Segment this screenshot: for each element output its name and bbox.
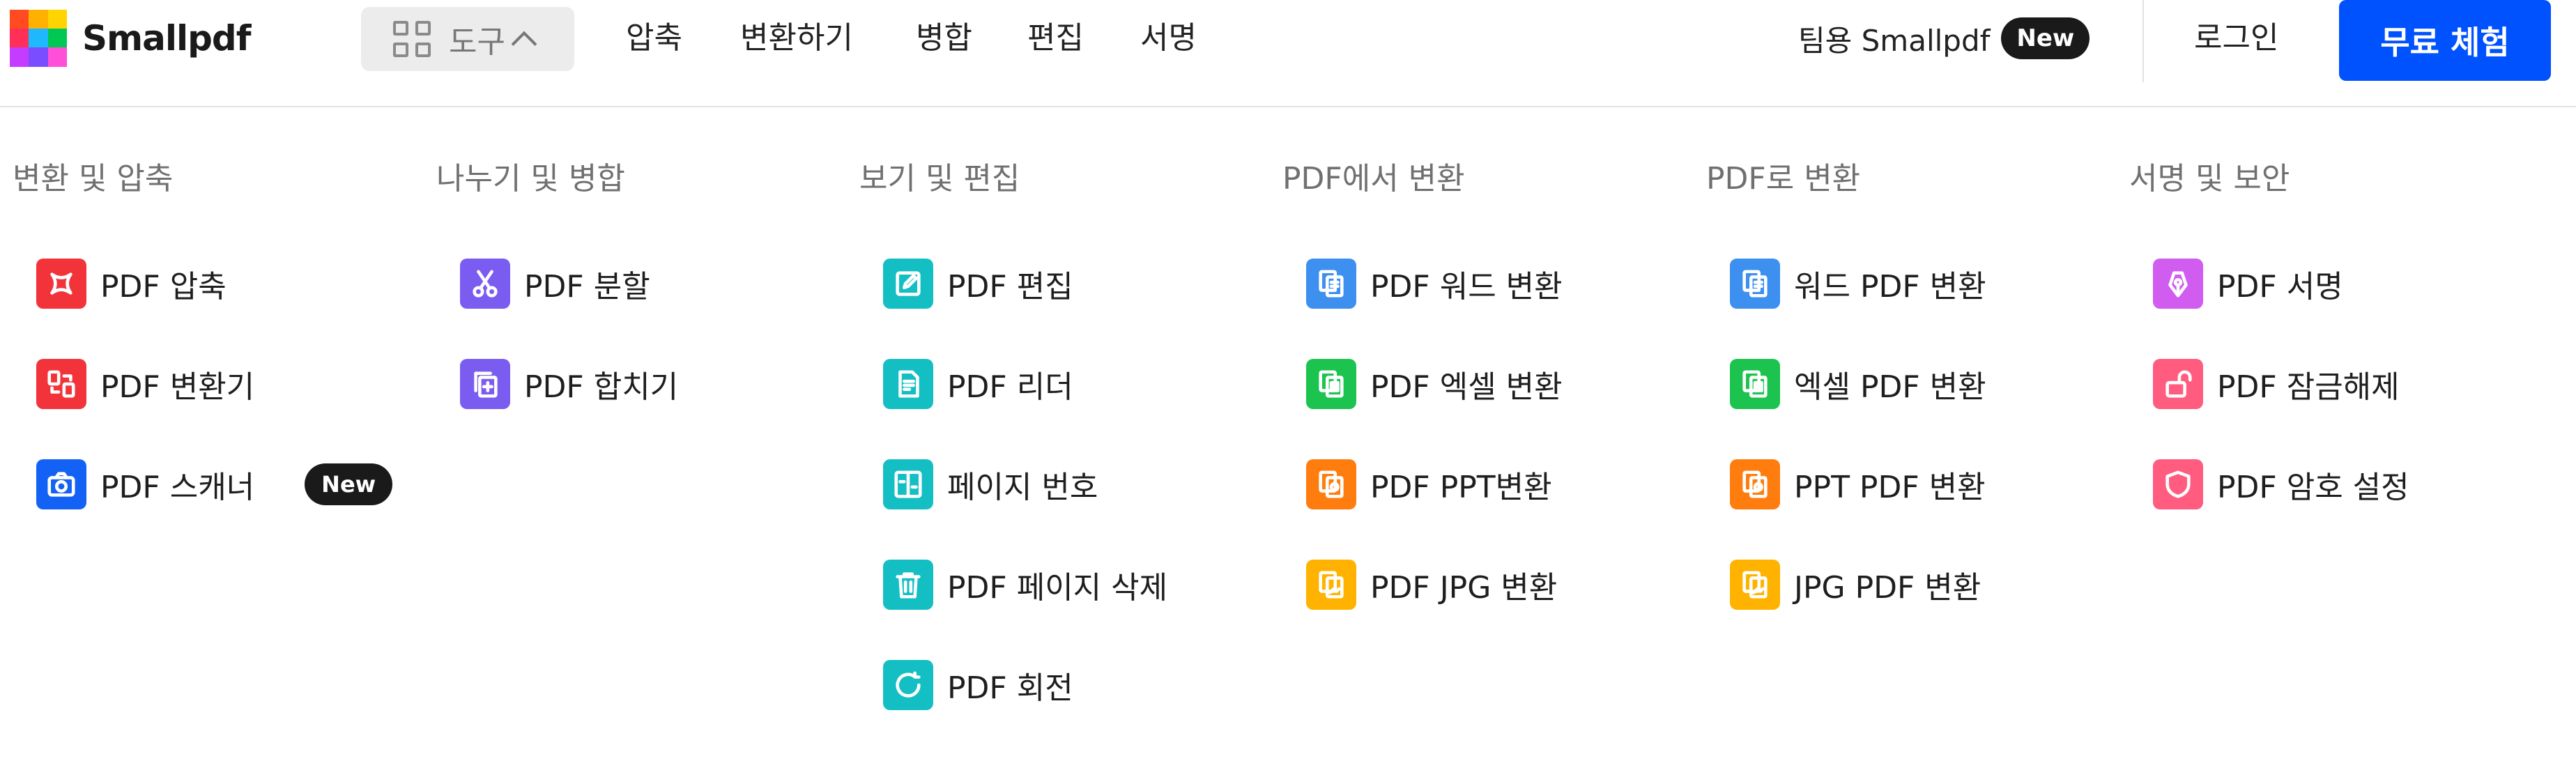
nav-convert[interactable]: 변환하기 bbox=[740, 14, 853, 63]
menu-item-label: PDF 서명 bbox=[2217, 269, 2343, 305]
excel-doc-icon bbox=[1306, 359, 1356, 409]
menu-item-label: JPG PDF 변환 bbox=[1794, 570, 1981, 606]
nav-merge[interactable]: 병합 bbox=[916, 14, 972, 63]
logo-mark bbox=[10, 9, 67, 67]
menu-item-label: PDF 압축 bbox=[100, 269, 227, 305]
menu-item-label: 페이지 번호 bbox=[947, 470, 1098, 505]
menu-item-image-doc[interactable]: PDF JPG 변환 bbox=[1306, 559, 1557, 610]
menu-item-unlock[interactable]: PDF 잠금해제 bbox=[2153, 358, 2400, 410]
menu-item-label: 엑셀 PDF 변환 bbox=[1794, 369, 1986, 405]
menu-item-merge[interactable]: PDF 합치기 bbox=[460, 358, 678, 410]
menu-item-label: PDF 스캐너 bbox=[100, 470, 255, 505]
convert-icon bbox=[36, 359, 86, 409]
page-number-icon bbox=[883, 459, 933, 509]
menu-item-label: PDF 편집 bbox=[947, 269, 1073, 305]
ppt-doc-icon bbox=[1306, 459, 1356, 509]
menu-item-pen-nib[interactable]: PDF 서명 bbox=[2153, 258, 2343, 309]
menu-item-label: PPT PDF 변환 bbox=[1794, 470, 1986, 505]
image-doc-icon bbox=[1306, 560, 1356, 610]
grid-icon bbox=[393, 21, 431, 57]
edit-icon bbox=[883, 259, 933, 309]
trash-icon bbox=[883, 560, 933, 610]
shield-icon bbox=[2153, 459, 2203, 509]
unlock-icon bbox=[2153, 359, 2203, 409]
free-trial-button[interactable]: 무료 체험 bbox=[2339, 0, 2551, 81]
menu-item-label: PDF 리더 bbox=[947, 369, 1073, 405]
menu-item-word-doc[interactable]: 워드 PDF 변환 bbox=[1730, 258, 1986, 309]
menu-item-ppt-doc[interactable]: PDF PPT변환 bbox=[1306, 459, 1552, 510]
menu-item-ppt-doc[interactable]: PPT PDF 변환 bbox=[1730, 459, 1986, 510]
camera-icon bbox=[36, 459, 86, 509]
menu-item-edit[interactable]: PDF 편집 bbox=[883, 258, 1073, 309]
column-heading: 변환 및 압축 bbox=[13, 161, 174, 197]
menu-item-label: PDF 페이지 삭제 bbox=[947, 570, 1168, 606]
team-smallpdf-link[interactable]: 팀용 Smallpdf New bbox=[1798, 14, 2090, 63]
nav-compress[interactable]: 압축 bbox=[626, 14, 682, 63]
nav-edit[interactable]: 편집 bbox=[1027, 14, 1084, 63]
nav-sign[interactable]: 서명 bbox=[1140, 14, 1197, 63]
ppt-doc-icon bbox=[1730, 459, 1780, 509]
menu-item-label: PDF 변환기 bbox=[100, 369, 255, 405]
menu-item-shield[interactable]: PDF 암호 설정 bbox=[2153, 459, 2409, 510]
column-heading: 보기 및 편집 bbox=[859, 161, 1020, 197]
chevron-up-icon bbox=[511, 31, 537, 57]
new-badge: New bbox=[2001, 17, 2090, 59]
column-heading: PDF로 변환 bbox=[1706, 161, 1861, 197]
menu-item-word-doc[interactable]: PDF 워드 변환 bbox=[1306, 258, 1563, 309]
menu-item-camera[interactable]: PDF 스캐너 New bbox=[36, 459, 393, 510]
menu-item-label: PDF 엑셀 변환 bbox=[1370, 369, 1563, 405]
menu-item-compress[interactable]: PDF 압축 bbox=[36, 258, 227, 309]
column-heading: 서명 및 보안 bbox=[2129, 161, 2290, 197]
compress-icon bbox=[36, 259, 86, 309]
menu-item-label: PDF 잠금해제 bbox=[2217, 369, 2400, 405]
menu-item-trash[interactable]: PDF 페이지 삭제 bbox=[883, 559, 1167, 610]
menu-item-label: PDF 합치기 bbox=[524, 369, 679, 405]
top-navigation-bar: Smallpdf 도구 압축 변환하기 병합 편집 서명 팀용 Smallpdf… bbox=[0, 0, 2576, 107]
menu-item-label: 워드 PDF 변환 bbox=[1794, 269, 1986, 305]
menu-item-reader[interactable]: PDF 리더 bbox=[883, 358, 1073, 410]
scissors-icon bbox=[460, 259, 510, 309]
new-badge: New bbox=[305, 463, 393, 505]
login-link[interactable]: 로그인 bbox=[2194, 14, 2278, 63]
menu-item-label: PDF 회전 bbox=[947, 670, 1073, 706]
team-label: 팀용 Smallpdf bbox=[1798, 23, 1991, 58]
menu-item-label: PDF 워드 변환 bbox=[1370, 269, 1563, 305]
menu-item-label: PDF PPT변환 bbox=[1370, 470, 1552, 505]
menu-item-page-number[interactable]: 페이지 번호 bbox=[883, 459, 1098, 510]
header-divider bbox=[2142, 0, 2144, 82]
tools-menu-button[interactable]: 도구 bbox=[361, 7, 574, 71]
menu-item-label: PDF JPG 변환 bbox=[1370, 570, 1558, 606]
excel-doc-icon bbox=[1730, 359, 1780, 409]
word-doc-icon bbox=[1730, 259, 1780, 309]
pen-nib-icon bbox=[2153, 259, 2203, 309]
column-heading: 나누기 및 병합 bbox=[436, 161, 625, 197]
tools-label: 도구 bbox=[449, 24, 505, 60]
menu-item-label: PDF 암호 설정 bbox=[2217, 470, 2409, 505]
menu-item-scissors[interactable]: PDF 분할 bbox=[460, 258, 650, 309]
menu-item-rotate[interactable]: PDF 회전 bbox=[883, 659, 1073, 711]
column-heading: PDF에서 변환 bbox=[1282, 161, 1465, 197]
merge-icon bbox=[460, 359, 510, 409]
logo-text: Smallpdf bbox=[82, 17, 251, 59]
image-doc-icon bbox=[1730, 560, 1780, 610]
menu-item-convert[interactable]: PDF 변환기 bbox=[36, 358, 254, 410]
menu-item-excel-doc[interactable]: 엑셀 PDF 변환 bbox=[1730, 358, 1986, 410]
reader-icon bbox=[883, 359, 933, 409]
word-doc-icon bbox=[1306, 259, 1356, 309]
rotate-icon bbox=[883, 660, 933, 710]
menu-item-excel-doc[interactable]: PDF 엑셀 변환 bbox=[1306, 358, 1563, 410]
smallpdf-logo[interactable]: Smallpdf bbox=[10, 8, 251, 68]
menu-item-image-doc[interactable]: JPG PDF 변환 bbox=[1730, 559, 1981, 610]
menu-item-label: PDF 분할 bbox=[524, 269, 650, 305]
